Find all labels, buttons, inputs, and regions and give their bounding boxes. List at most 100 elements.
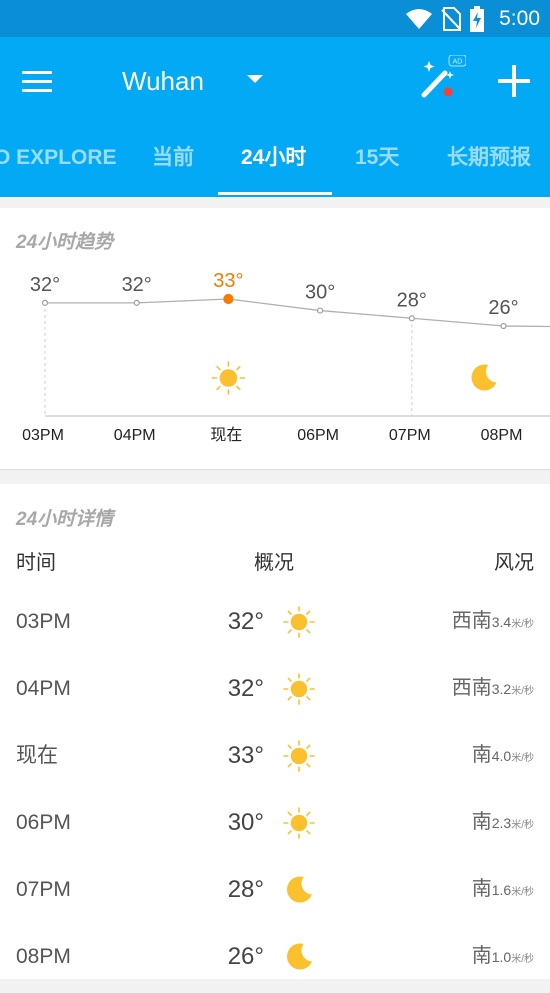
status-bar: 5:00 [0, 0, 550, 37]
hour-label: 03PM [22, 427, 64, 444]
app-bar: Wuhan AD O EXPLORE 当前 24小时 15天 长期预报 [0, 37, 550, 197]
hour-label: 06PM [297, 427, 339, 444]
moon-icon [287, 943, 312, 970]
menu-icon-line [22, 70, 52, 74]
moon-shape [471, 364, 497, 391]
row-temp: 26° [227, 943, 264, 970]
tab-15day[interactable]: 15天 [355, 131, 399, 195]
temp-point [133, 299, 140, 306]
sun-icon [211, 361, 246, 395]
moon-shape [287, 876, 312, 903]
menu-button[interactable] [22, 63, 64, 99]
wind-speed: 1.0 [491, 949, 512, 965]
temp-label: 32° [122, 274, 152, 296]
tab-24h[interactable]: 24小时 [241, 131, 306, 195]
row-time: 03PM [16, 610, 71, 633]
detail-title: 24小时详情 [16, 509, 114, 530]
tab-bar: O EXPLORE 当前 24小时 15天 长期预报 [0, 131, 550, 197]
wind-speed: 3.4 [491, 614, 512, 630]
sun-ray [287, 696, 292, 701]
sun-ray [306, 696, 311, 701]
temp-label: 28° [397, 289, 427, 311]
tab-current[interactable]: 当前 [152, 131, 194, 195]
status-icons: 5:00 [405, 0, 540, 37]
row-wind: 南2.3米/秒 [472, 789, 534, 856]
moon-icon [471, 364, 497, 391]
wind-unit: 米/秒 [511, 887, 534, 898]
sun-ray [287, 610, 292, 615]
tab-long-term[interactable]: 长期预报 [447, 131, 531, 195]
row-time: 06PM [16, 811, 71, 834]
sun-ray [216, 385, 221, 391]
temp-point [41, 299, 49, 306]
row-wind: 西南3.4米/秒 [452, 588, 534, 655]
wind-direction: 南 [471, 744, 492, 766]
wind-speed: 3.2 [491, 681, 512, 697]
hour-label: 07PM [389, 427, 431, 444]
sun-ray [306, 610, 311, 615]
trend-chart[interactable]: 32° 03PM 32° 04PM 33° 现在 30° 06PM 28° 07PM 26° 08PM [0, 208, 550, 470]
menu-icon-line [22, 88, 52, 92]
sun-ray [216, 365, 221, 371]
city-name: Wuhan [122, 65, 204, 96]
table-row: 03PM 32° 西南3.4米/秒 [0, 588, 550, 655]
sun-ray [287, 811, 292, 816]
header-time: 时间 [16, 552, 56, 574]
table-row: 04PM 32° 西南3.2米/秒 [0, 655, 550, 722]
sun-core [290, 613, 308, 631]
add-city-icon[interactable] [494, 61, 534, 101]
row-temp: 28° [227, 876, 264, 903]
sun-ray [306, 744, 311, 749]
wifi-icon [406, 8, 433, 29]
table-row: 现在 33° 南4.0米/秒 [0, 722, 550, 789]
sun-ray [306, 677, 311, 682]
tab-explore[interactable]: O EXPLORE [0, 131, 117, 195]
moon-icon [287, 876, 312, 903]
table-row: 08PM 26° 南1.0米/秒 [0, 923, 550, 990]
sun-ray [236, 365, 241, 371]
sun-ray [287, 629, 292, 634]
sun-icon [283, 606, 315, 638]
hour-label: 现在 [210, 426, 242, 444]
temp-trend-line [45, 298, 550, 328]
hour-label: 04PM [114, 427, 156, 444]
row-temp: 32° [227, 675, 264, 702]
wind-direction: 南 [471, 811, 492, 833]
temp-point [500, 322, 507, 330]
ad-badge: AD [453, 59, 463, 66]
sun-core [290, 680, 308, 698]
wind-speed: 4.0 [491, 748, 512, 764]
moon-shape [287, 943, 312, 970]
temp-label: 30° [305, 282, 335, 304]
wind-speed: 1.6 [491, 882, 512, 898]
sun-ray [306, 763, 311, 768]
city-selector[interactable]: Wuhan [122, 61, 204, 101]
wind-unit: 米/秒 [511, 954, 534, 965]
sun-core [290, 747, 308, 765]
wind-unit: 米/秒 [511, 619, 534, 630]
wind-direction: 南 [471, 945, 492, 967]
table-row: 06PM 30° 南2.3米/秒 [0, 789, 550, 856]
row-temp: 32° [227, 608, 264, 635]
wind-direction: 南 [471, 878, 492, 900]
temp-point [223, 293, 234, 305]
magic-wand-icon[interactable]: AD [418, 55, 466, 101]
row-time: 04PM [16, 677, 71, 700]
row-wind: 南1.0米/秒 [472, 923, 534, 990]
header-overview: 概况 [254, 552, 294, 574]
header-wind: 风况 [494, 552, 534, 574]
row-wind: 南1.6米/秒 [472, 856, 534, 923]
status-time: 5:00 [499, 6, 540, 30]
temp-label: 33° [213, 270, 243, 292]
wind-unit: 米/秒 [511, 686, 534, 697]
sun-ray [287, 744, 292, 749]
tab-indicator [218, 192, 332, 195]
row-time: 现在 [16, 744, 58, 767]
wind-speed: 2.3 [491, 815, 512, 831]
row-time: 07PM [16, 878, 71, 901]
temp-point [408, 315, 415, 322]
battery-charging-icon [470, 5, 485, 32]
wind-direction: 西南 [451, 610, 492, 632]
detail-card: 24小时详情 时间 概况 风况 03PM 32° 西南3.4米/秒 04PM 32° 西南… [0, 484, 550, 979]
chevron-down-icon[interactable] [247, 75, 263, 83]
